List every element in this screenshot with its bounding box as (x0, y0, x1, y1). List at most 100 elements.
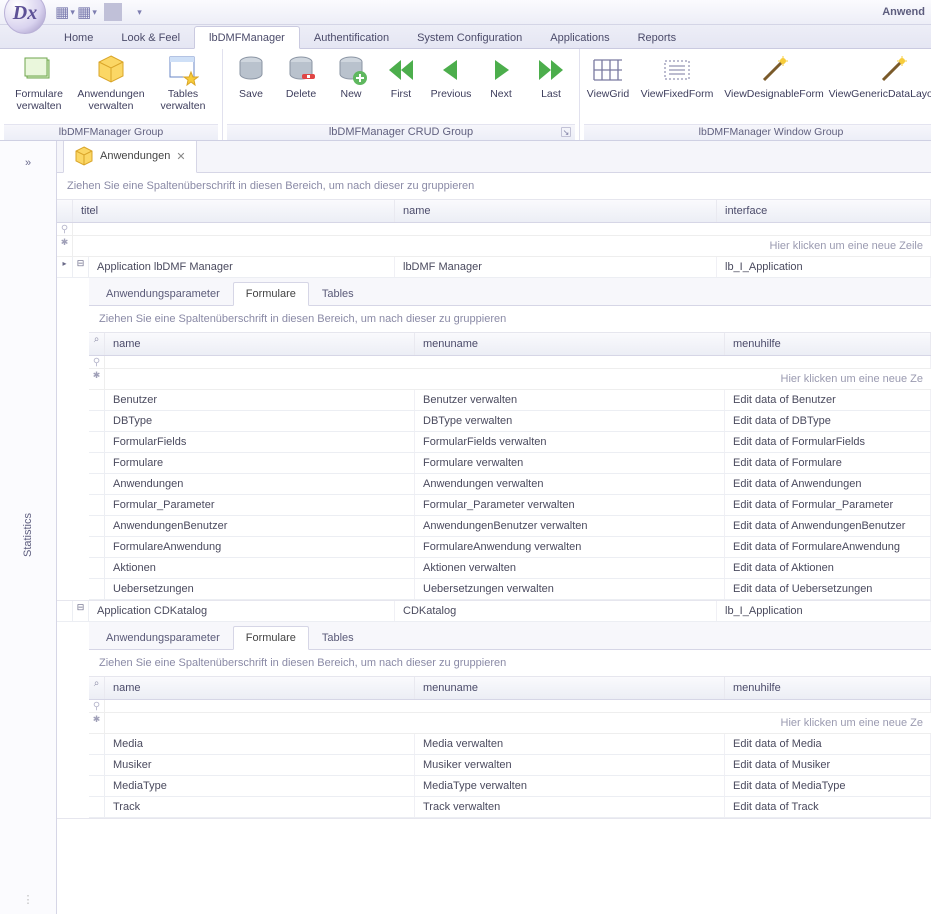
new-item-row[interactable]: Hier klicken um eine neue Zeile (57, 236, 931, 257)
collapse-icon[interactable] (73, 601, 89, 621)
tab-tables[interactable]: Tables (309, 282, 367, 306)
nav-first-icon (385, 54, 417, 86)
sub-data-row[interactable]: MusikerMusiker verwaltenEdit data of Mus… (89, 755, 931, 776)
sub-group-panel[interactable]: Ziehen Sie eine Spaltenüberschrift in di… (89, 306, 931, 333)
col-name[interactable]: name (395, 200, 717, 222)
qat-grid-button-1[interactable] (56, 3, 74, 21)
table-star-icon (167, 54, 199, 86)
sub-filter-row[interactable] (89, 356, 931, 369)
filter-row[interactable] (57, 223, 931, 236)
statistics-panel-label[interactable]: Statistics (22, 513, 34, 557)
qat-grid-button-2[interactable] (78, 3, 96, 21)
tab-formulare[interactable]: Formulare (233, 626, 309, 650)
sub-data-row[interactable]: FormularFieldsFormularFields verwaltenEd… (89, 432, 931, 453)
sub-data-row[interactable]: Formular_ParameterFormular_Parameter ver… (89, 495, 931, 516)
subcol-menuhilfe[interactable]: menuhilfe (725, 333, 931, 355)
next-button[interactable]: Next (477, 51, 525, 103)
viewdesignableform-button[interactable]: ViewDesignableForm (722, 51, 826, 103)
row-indicator (89, 734, 105, 754)
row-indicator (89, 776, 105, 796)
ribbon-tab-reports[interactable]: Reports (624, 27, 691, 48)
subcol-menuname[interactable]: menuname (415, 333, 725, 355)
viewgenericdatalayout-button[interactable]: ViewGenericDataLayoutFor (828, 51, 931, 103)
sub-data-row[interactable]: AnwendungenBenutzerAnwendungenBenutzer v… (89, 516, 931, 537)
tab-anwendungsparameter[interactable]: Anwendungsparameter (93, 282, 233, 306)
ribbon: Formulare verwalten Anwendungen verwalte… (0, 49, 931, 141)
expand-panel-icon[interactable] (25, 157, 31, 169)
first-button[interactable]: First (377, 51, 425, 103)
row-indicator (89, 537, 105, 557)
col-titel[interactable]: titel (73, 200, 395, 222)
group-panel[interactable]: Ziehen Sie eine Spaltenüberschrift in di… (57, 173, 931, 200)
sub-data-row[interactable]: MediaMedia verwaltenEdit data of Media (89, 734, 931, 755)
sub-data-row[interactable]: BenutzerBenutzer verwaltenEdit data of B… (89, 390, 931, 411)
sub-new-item-row[interactable]: Hier klicken um eine neue Ze (89, 713, 931, 734)
sub-data-row[interactable]: FormulareFormulare verwaltenEdit data of… (89, 453, 931, 474)
database-save-icon (235, 54, 267, 86)
previous-button[interactable]: Previous (427, 51, 475, 103)
ribbon-tab-lbdmfmanager[interactable]: lbDMFManager (194, 26, 300, 49)
ribbon-group-window: ViewGrid ViewFixedForm ViewDesignableFor… (580, 49, 931, 140)
delete-button[interactable]: Delete (277, 51, 325, 103)
doc-tab-anwendungen[interactable]: Anwendungen ✕ (63, 141, 197, 173)
group2-caption: lbDMFManager CRUD Group (227, 124, 575, 140)
sub-column-headers: name menuname menuhilfe (89, 677, 931, 700)
qat-customize-dropdown[interactable] (130, 3, 148, 21)
row-indicator (89, 432, 105, 452)
tables-verwalten-button[interactable]: Tables verwalten (148, 51, 218, 115)
new-row-hint: Hier klicken um eine neue Zeile (73, 236, 931, 256)
sub-data-row[interactable]: AnwendungenAnwendungen verwaltenEdit dat… (89, 474, 931, 495)
last-button[interactable]: Last (527, 51, 575, 103)
filter-titel[interactable] (73, 223, 931, 235)
ribbon-tab-home[interactable]: Home (50, 27, 107, 48)
save-button[interactable]: Save (227, 51, 275, 103)
row-indicator (89, 411, 105, 431)
document-area: Anwendungen ✕ Ziehen Sie eine Spaltenübe… (57, 141, 931, 914)
sub-data-row[interactable]: DBTypeDBType verwaltenEdit data of DBTyp… (89, 411, 931, 432)
formulare-verwalten-label: Formulare verwalten (7, 88, 71, 112)
sub-group-panel[interactable]: Ziehen Sie eine Spaltenüberschrift in di… (89, 650, 931, 677)
ribbon-tab-authentification[interactable]: Authentification (300, 27, 403, 48)
viewfixedform-button[interactable]: ViewFixedForm (634, 51, 720, 103)
quick-access-toolbar (56, 3, 148, 21)
sub-data-row[interactable]: TrackTrack verwaltenEdit data of Track (89, 797, 931, 818)
sub-filter-row[interactable] (89, 700, 931, 713)
tab-tables[interactable]: Tables (309, 626, 367, 650)
data-row[interactable]: Application CDKatalog CDKatalog lb_I_App… (57, 601, 931, 622)
sub-data-row[interactable]: MediaTypeMediaType verwaltenEdit data of… (89, 776, 931, 797)
new-button[interactable]: New (327, 51, 375, 103)
database-delete-icon (285, 54, 317, 86)
ribbon-tab-lookfeel[interactable]: Look & Feel (107, 27, 194, 48)
close-tab-icon[interactable]: ✕ (176, 150, 185, 163)
row-indicator (89, 797, 105, 817)
formulare-verwalten-button[interactable]: Formulare verwalten (4, 51, 74, 115)
data-row[interactable]: Application lbDMF Manager lbDMF Manager … (57, 257, 931, 278)
detail-area-1: Anwendungsparameter Formulare Tables Zie… (57, 622, 931, 819)
panel-handle-icon[interactable]: ⋮ (23, 893, 34, 906)
group2-dialog-launcher[interactable] (561, 127, 571, 137)
sub-data-row[interactable]: UebersetzungenUebersetzungen verwaltenEd… (89, 579, 931, 600)
sub-new-item-row[interactable]: Hier klicken um eine neue Ze (89, 369, 931, 390)
subcol-name[interactable]: name (105, 333, 415, 355)
title-bar: Dx Anwend (0, 0, 931, 25)
left-collapsed-panel[interactable]: Statistics ⋮ (0, 141, 57, 914)
indent-column (57, 200, 73, 222)
viewgrid-button[interactable]: ViewGrid (584, 51, 632, 103)
cube-icon (95, 54, 127, 86)
doc-tab-label: Anwendungen (100, 150, 170, 162)
ribbon-tab-strip: Home Look & Feel lbDMFManager Authentifi… (0, 25, 931, 49)
grid-view-icon (592, 54, 624, 86)
tab-formulare[interactable]: Formulare (233, 282, 309, 306)
col-interface[interactable]: interface (717, 200, 931, 222)
collapse-icon[interactable] (73, 257, 89, 277)
search-column-icon[interactable] (89, 333, 105, 355)
document-tabstrip: Anwendungen ✕ (57, 141, 931, 173)
sub-data-row[interactable]: AktionenAktionen verwaltenEdit data of A… (89, 558, 931, 579)
search-column-icon[interactable] (89, 677, 105, 699)
anwendungen-verwalten-button[interactable]: Anwendungen verwalten (76, 51, 146, 115)
ribbon-tab-systemconfig[interactable]: System Configuration (403, 27, 536, 48)
nav-next-icon (485, 54, 517, 86)
ribbon-tab-applications[interactable]: Applications (536, 27, 623, 48)
sub-data-row[interactable]: FormulareAnwendungFormulareAnwendung ver… (89, 537, 931, 558)
tab-anwendungsparameter[interactable]: Anwendungsparameter (93, 626, 233, 650)
